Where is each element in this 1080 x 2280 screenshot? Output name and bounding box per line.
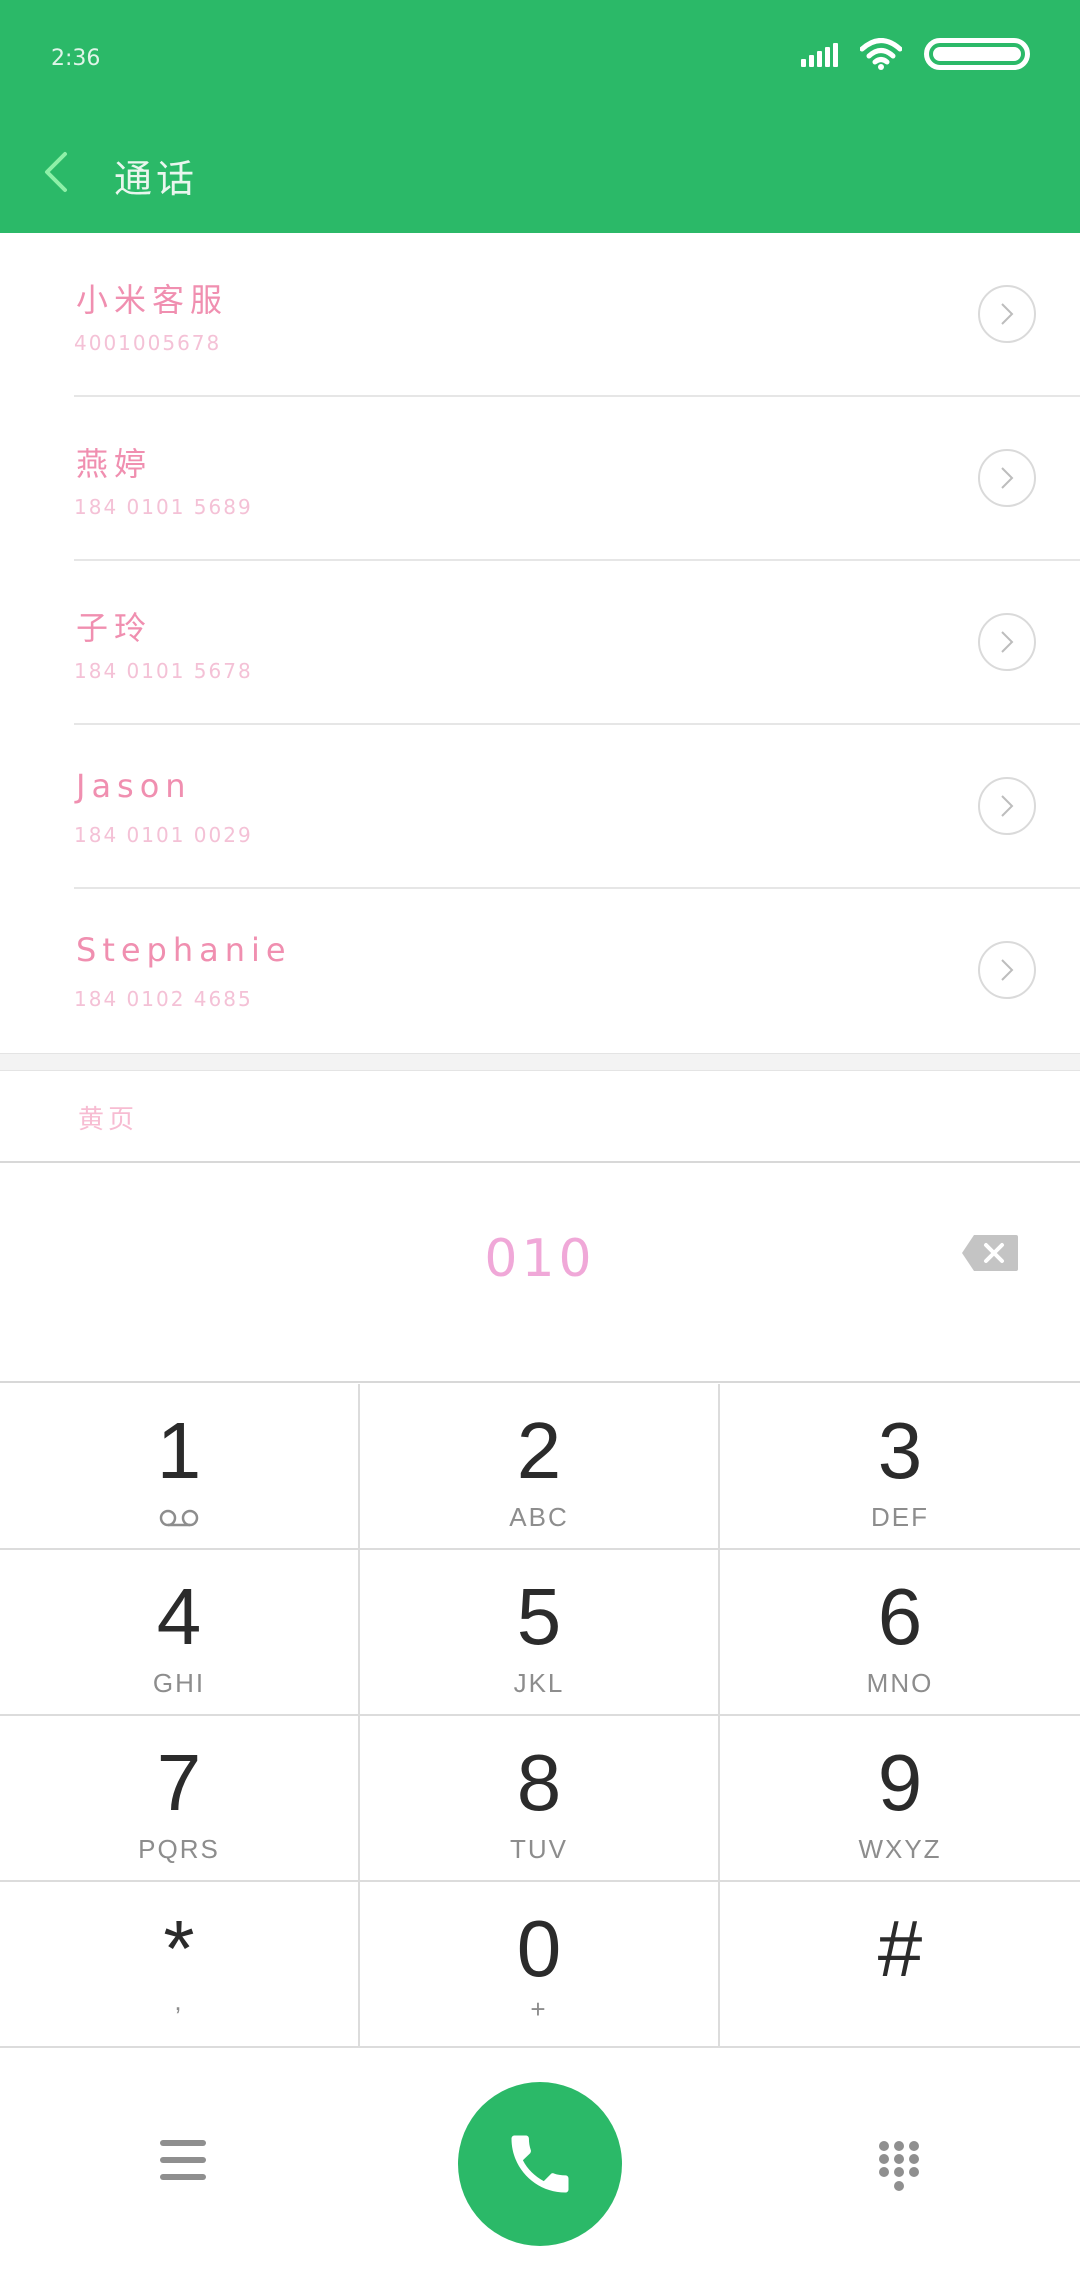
key-digit: 7 <box>156 1738 202 1827</box>
contact-row[interactable]: Jason 184 0101 0029 <box>0 725 1080 889</box>
contact-detail-button[interactable] <box>978 449 1036 507</box>
contact-number: 184 0101 0029 <box>74 823 253 847</box>
key-9[interactable]: 9 WXYZ <box>720 1716 1080 1882</box>
battery-icon <box>924 38 1030 70</box>
contact-number: 184 0102 4685 <box>74 987 253 1011</box>
chevron-right-icon <box>1001 631 1014 653</box>
dialpad-icon[interactable] <box>876 2140 922 2194</box>
key-letters: MNO <box>866 1668 934 1698</box>
key-letters: TUV <box>510 1834 568 1864</box>
yellow-pages-row[interactable]: 黄页 <box>0 1071 1080 1163</box>
key-digit: 1 <box>156 1406 202 1495</box>
section-divider <box>0 1053 1080 1071</box>
dialed-number: 010 <box>484 1229 596 1289</box>
key-hash[interactable]: # <box>720 1882 1080 2048</box>
contact-number: 4001005678 <box>74 331 222 355</box>
key-digit: 6 <box>877 1572 923 1661</box>
key-letters: DEF <box>871 1502 929 1532</box>
key-7[interactable]: 7 PQRS <box>0 1716 360 1882</box>
keypad: 1 2 ABC 3 DEF 4 GHI 5 JKL 6 MNO 7 PQRS 8… <box>0 1384 1080 2048</box>
contact-name: 燕婷 <box>76 445 153 483</box>
key-1[interactable]: 1 <box>0 1384 360 1550</box>
key-letters: , <box>174 1986 184 2016</box>
key-digit: 5 <box>516 1572 562 1661</box>
contact-name: 小米客服 <box>76 281 229 319</box>
status-time: 2:36 <box>51 46 101 71</box>
key-6[interactable]: 6 MNO <box>720 1550 1080 1716</box>
key-digit: 3 <box>877 1406 923 1495</box>
key-letters: GHI <box>152 1668 206 1698</box>
key-8[interactable]: 8 TUV <box>360 1716 720 1882</box>
contact-row[interactable]: 小米客服 4001005678 <box>0 233 1080 397</box>
chevron-left-icon <box>45 152 67 192</box>
contact-detail-button[interactable] <box>978 777 1036 835</box>
contact-name: Stephanie <box>76 931 292 969</box>
key-letters: + <box>530 1994 548 2024</box>
back-button[interactable] <box>36 145 76 199</box>
chevron-right-icon <box>1001 795 1014 817</box>
contact-detail-button[interactable] <box>978 613 1036 671</box>
chevron-right-icon <box>1001 467 1014 489</box>
phone-icon <box>511 2135 569 2193</box>
backspace-icon[interactable] <box>960 1233 1020 1273</box>
contact-name: 子玲 <box>76 609 153 647</box>
key-letters: WXYZ <box>858 1834 942 1864</box>
call-button[interactable] <box>458 2082 622 2246</box>
dial-display: 010 <box>0 1163 1080 1383</box>
key-5[interactable]: 5 JKL <box>360 1550 720 1716</box>
chevron-right-icon <box>1001 959 1014 981</box>
contact-row[interactable]: 子玲 184 0101 5678 <box>0 561 1080 725</box>
key-digit: 2 <box>516 1406 562 1495</box>
voicemail-icon <box>159 1509 199 1527</box>
page-title: 通话 <box>114 157 199 201</box>
contact-detail-button[interactable] <box>978 941 1036 999</box>
contact-name: Jason <box>76 767 192 805</box>
key-letters: ABC <box>509 1502 569 1532</box>
status-icons <box>801 38 1030 70</box>
bottom-action-bar <box>0 2048 1080 2280</box>
contact-number: 184 0101 5678 <box>74 659 253 683</box>
wifi-icon <box>860 38 902 70</box>
key-star[interactable]: * , <box>0 1882 360 2048</box>
key-digit: 9 <box>877 1738 923 1827</box>
yellow-pages-label: 黄页 <box>78 1105 139 1135</box>
key-digit: 8 <box>516 1738 562 1827</box>
contact-list: 小米客服 4001005678 燕婷 184 0101 5689 子玲 184 … <box>0 233 1080 1053</box>
key-digit: * <box>163 1904 195 1993</box>
contact-row[interactable]: 燕婷 184 0101 5689 <box>0 397 1080 561</box>
contact-number: 184 0101 5689 <box>74 495 253 519</box>
contact-row[interactable]: Stephanie 184 0102 4685 <box>0 889 1080 1053</box>
key-digit: 0 <box>516 1904 562 1993</box>
signal-icon <box>801 41 838 67</box>
key-letters: JKL <box>513 1668 565 1698</box>
key-2[interactable]: 2 ABC <box>360 1384 720 1550</box>
key-4[interactable]: 4 GHI <box>0 1550 360 1716</box>
key-0[interactable]: 0 + <box>360 1882 720 2048</box>
key-digit: 4 <box>156 1572 202 1661</box>
menu-icon[interactable] <box>160 2140 206 2180</box>
app-header: 2:36 通话 <box>0 0 1080 233</box>
key-digit: # <box>877 1904 923 1993</box>
key-letters: PQRS <box>138 1834 220 1864</box>
key-3[interactable]: 3 DEF <box>720 1384 1080 1550</box>
contact-detail-button[interactable] <box>978 285 1036 343</box>
chevron-right-icon <box>1001 303 1014 325</box>
